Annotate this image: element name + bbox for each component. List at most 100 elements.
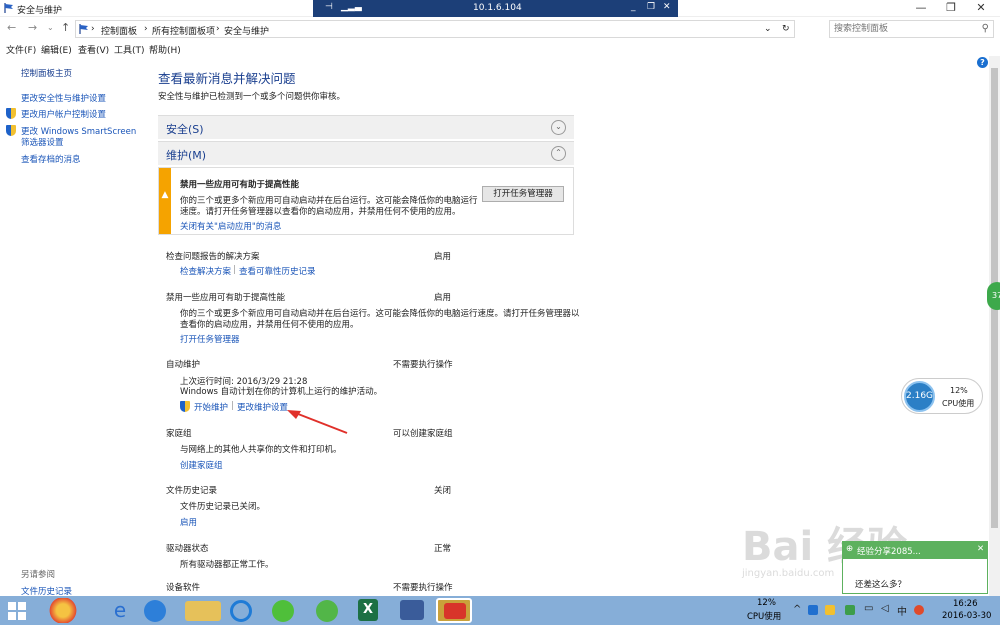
- create-homegroup-link[interactable]: 创建家庭组: [180, 459, 223, 471]
- row-desc: 文件历史记录已关闭。: [180, 502, 266, 512]
- menu-edit[interactable]: 编辑(E): [41, 43, 72, 56]
- row-status: 不需要执行操作: [393, 360, 453, 370]
- cpu-label: CPU使用: [942, 399, 975, 408]
- sogou-icon[interactable]: [914, 605, 924, 615]
- control-panel-home-link[interactable]: 控制面板主页: [21, 67, 72, 79]
- vertical-scrollbar[interactable]: [989, 56, 1000, 596]
- security-section-header[interactable]: 安全(S) ⌄: [158, 115, 574, 139]
- remote-desktop-bar[interactable]: ⊣ ▁▂▃ 10.1.6.104 _ ❐ ✕: [313, 0, 678, 17]
- link-separator: |: [231, 401, 234, 411]
- reliability-history-link[interactable]: 查看可靠性历史记录: [239, 265, 316, 277]
- row-desc: 查看你的启动应用，并禁用任何不使用的应用。: [180, 320, 359, 330]
- notification-header: ⊕ 经验分享2085... ✕: [843, 542, 987, 559]
- windows-start-icon[interactable]: [8, 602, 26, 620]
- alert-desc-line2: 速度。请打开任务管理器以查看你的启动应用，并禁用任何不使用的应用。: [180, 207, 461, 217]
- change-smartscreen-link-line2[interactable]: 筛选器设置: [21, 136, 64, 148]
- input-method-icon[interactable]: 中: [897, 603, 907, 618]
- memory-usage: 2.16G: [904, 381, 935, 412]
- menu-help[interactable]: 帮助(H): [149, 43, 181, 56]
- breadcrumb-item[interactable]: 安全与维护: [224, 24, 269, 37]
- window-title: 安全与维护: [17, 6, 63, 16]
- control-panel-flag-icon: [4, 3, 13, 13]
- rdp-restore-icon[interactable]: ❐: [647, 2, 655, 12]
- ie-browser-icon[interactable]: e: [102, 598, 138, 623]
- uac-shield-icon: [6, 108, 16, 119]
- minimize-button[interactable]: —: [906, 0, 936, 17]
- notification-title: 经验分享2085...: [857, 547, 921, 557]
- breadcrumb-item[interactable]: 控制面板: [101, 24, 137, 37]
- notes-app-icon[interactable]: [144, 600, 166, 622]
- up-arrow-icon[interactable]: ↑: [61, 21, 70, 34]
- rdp-minimize-icon[interactable]: _: [631, 2, 636, 12]
- chevron-down-icon[interactable]: ⌄: [551, 120, 566, 135]
- pin-icon[interactable]: ⊣: [325, 2, 333, 12]
- row-status: 启用: [434, 293, 452, 303]
- tray-shield-icon[interactable]: [808, 605, 818, 615]
- view-archived-messages-link[interactable]: 查看存档的消息: [21, 153, 81, 165]
- row-title: 文件历史记录: [166, 486, 218, 496]
- remote-ip: 10.1.6.104: [473, 3, 522, 13]
- row-desc: 所有驱动器都正常工作。: [180, 560, 274, 570]
- history-dropdown-icon[interactable]: ⌄: [47, 23, 54, 32]
- file-explorer-icon[interactable]: [185, 601, 221, 621]
- row-desc: Windows 自动计划在你的计算机上运行的维护活动。: [180, 387, 383, 397]
- row-status: 启用: [434, 252, 452, 262]
- change-maintenance-settings-link[interactable]: 更改维护设置: [237, 401, 288, 413]
- side-badge[interactable]: 37: [987, 282, 1000, 310]
- row-title: 禁用一些应用可有助于提高性能: [166, 293, 286, 303]
- taskbar: e X 12% CPU使用 ^ ▭ ◁ 中 16:26 2016-03-30: [0, 596, 1000, 625]
- network-icon[interactable]: ▭: [864, 603, 873, 614]
- help-icon[interactable]: ?: [977, 57, 988, 68]
- chevron-up-icon[interactable]: ⌃: [551, 146, 566, 161]
- back-arrow-icon[interactable]: ←: [7, 21, 16, 34]
- breadcrumb-item[interactable]: 所有控制面板项: [152, 24, 215, 37]
- excel-icon[interactable]: X: [358, 599, 378, 621]
- close-button[interactable]: ✕: [966, 0, 996, 17]
- dismiss-startup-message-link[interactable]: 关闭有关"启动应用"的消息: [180, 220, 281, 232]
- row-title: 自动维护: [166, 360, 201, 370]
- check-solutions-link[interactable]: 检查解决方案: [180, 265, 231, 277]
- maintenance-section-header[interactable]: 维护(M) ⌃: [158, 141, 574, 165]
- rdp-close-icon[interactable]: ✕: [663, 2, 671, 12]
- change-uac-settings-link[interactable]: 更改用户帐户控制设置: [21, 108, 106, 120]
- menu-tools[interactable]: 工具(T): [114, 43, 145, 56]
- row-desc: 与网络上的其他人共享你的文件和打印机。: [180, 445, 342, 455]
- change-security-settings-link[interactable]: 更改安全性与维护设置: [21, 92, 106, 104]
- open-task-manager-link[interactable]: 打开任务管理器: [180, 333, 240, 345]
- address-dropdown-icon[interactable]: ⌄: [764, 24, 772, 34]
- volume-icon[interactable]: ◁: [881, 603, 889, 614]
- notification-popup[interactable]: ⊕ 经验分享2085... ✕ 还差这么多？: [842, 541, 988, 594]
- control-panel-taskbar-icon[interactable]: [400, 600, 424, 620]
- forward-arrow-icon[interactable]: →: [28, 21, 37, 34]
- alert-warning-bar: [159, 168, 171, 234]
- row-title: 设备软件: [166, 583, 201, 593]
- baidu-cloud-icon[interactable]: [230, 600, 252, 622]
- address-bar: ← → ⌄ ↑ › 控制面板 › 所有控制面板项 › 安全与维护 ⌄ ↻ ⚲: [0, 18, 1000, 40]
- start-maintenance-link[interactable]: 开始维护: [194, 401, 228, 413]
- refresh-icon[interactable]: ↻: [782, 24, 790, 34]
- taskbar-cpu-label: CPU使用: [747, 612, 782, 622]
- wechat-icon[interactable]: [272, 600, 294, 622]
- search-input[interactable]: [834, 22, 974, 36]
- notification-close-icon[interactable]: ✕: [977, 544, 984, 554]
- row-title: 检查问题报告的解决方案: [166, 252, 260, 262]
- green-circle-app-icon[interactable]: [316, 600, 338, 622]
- breadcrumb-separator-icon: ›: [216, 24, 220, 34]
- cpu-monitor-widget[interactable]: 2.16G 12% CPU使用: [901, 378, 983, 414]
- enable-file-history-link[interactable]: 启用: [180, 516, 197, 528]
- open-task-manager-button[interactable]: 打开任务管理器: [482, 186, 564, 202]
- search-box[interactable]: ⚲: [829, 20, 994, 38]
- app-icon-colorful[interactable]: [45, 598, 81, 623]
- tray-yellow-icon[interactable]: [825, 605, 835, 615]
- tray-expand-icon[interactable]: ^: [793, 604, 801, 615]
- breadcrumb[interactable]: › 控制面板 › 所有控制面板项 › 安全与维护 ⌄ ↻: [75, 20, 795, 38]
- maximize-button[interactable]: ❐: [936, 0, 966, 17]
- clock-date[interactable]: 2016-03-30: [942, 611, 991, 621]
- active-red-app-icon[interactable]: [436, 598, 472, 623]
- see-also-title: 另请参阅: [21, 570, 56, 580]
- tray-green-icon[interactable]: [845, 605, 855, 615]
- search-icon[interactable]: ⚲: [982, 23, 989, 34]
- menu-file[interactable]: 文件(F): [6, 43, 36, 56]
- clock-time[interactable]: 16:26: [953, 599, 978, 609]
- menu-view[interactable]: 查看(V): [78, 43, 109, 56]
